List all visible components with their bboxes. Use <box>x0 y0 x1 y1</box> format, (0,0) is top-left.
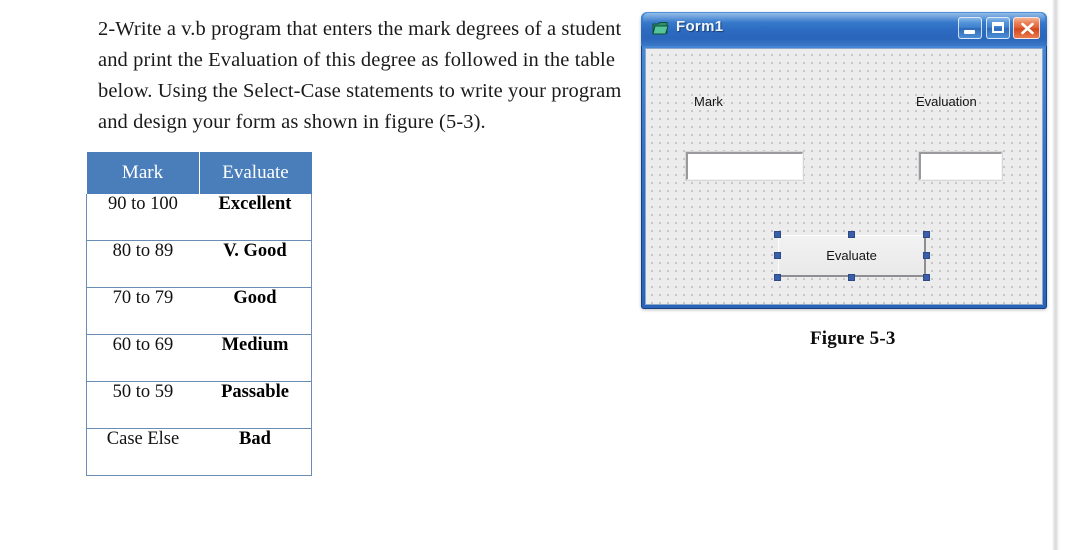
cell-mark: 50 to 59 <box>86 381 199 429</box>
figure-caption: Figure 5-3 <box>810 328 896 349</box>
cell-mark: 90 to 100 <box>86 194 199 241</box>
mark-input[interactable] <box>685 151 804 181</box>
cell-mark: 70 to 79 <box>86 287 199 335</box>
label-mark: Mark <box>694 94 723 109</box>
table-header-mark: Mark <box>86 152 200 194</box>
selection-handle-bottom-right[interactable] <box>923 274 930 281</box>
cell-evaluate: Good <box>199 287 312 335</box>
table-row: 90 to 100 Excellent <box>86 194 312 241</box>
form-designer-canvas[interactable]: Mark Evaluation Evaluate <box>645 48 1043 305</box>
question-text: 2-Write a v.b program that enters the ma… <box>98 18 622 133</box>
table-row: Case Else Bad <box>86 428 312 476</box>
maximize-icon[interactable] <box>986 17 1010 39</box>
table-header-row: Mark Evaluate <box>86 152 312 194</box>
cell-mark: 80 to 89 <box>86 240 199 288</box>
cell-evaluate: V. Good <box>199 240 312 288</box>
cell-mark: 60 to 69 <box>86 334 199 382</box>
selection-handle-top-right[interactable] <box>923 231 930 238</box>
selection-handle-bottom-left[interactable] <box>774 274 781 281</box>
selection-handle-middle-left[interactable] <box>774 252 781 259</box>
evaluation-input[interactable] <box>918 151 1003 181</box>
window-titlebar[interactable]: Form1 <box>641 12 1047 46</box>
table-row: 50 to 59 Passable <box>86 381 312 429</box>
grade-table: Mark Evaluate 90 to 100 Excellent 80 to … <box>86 152 312 476</box>
minimize-icon[interactable] <box>958 17 982 39</box>
cell-evaluate: Bad <box>199 428 312 476</box>
table-header-evaluate: Evaluate <box>199 152 312 194</box>
cell-evaluate: Passable <box>199 381 312 429</box>
selection-handle-middle-right[interactable] <box>923 252 930 259</box>
form-window-icon <box>652 22 669 35</box>
table-row: 60 to 69 Medium <box>86 334 312 382</box>
cell-mark: Case Else <box>86 428 199 476</box>
cell-evaluate: Medium <box>199 334 312 382</box>
selection-handle-top-left[interactable] <box>774 231 781 238</box>
cell-evaluate: Excellent <box>199 194 312 241</box>
close-icon[interactable] <box>1013 17 1040 39</box>
evaluate-button-label: Evaluate <box>826 248 877 263</box>
label-evaluation: Evaluation <box>916 94 977 109</box>
table-row: 80 to 89 V. Good <box>86 240 312 288</box>
selection-handle-top-center[interactable] <box>848 231 855 238</box>
vb-form-window: Form1 Mark Evaluation Evaluate <box>641 12 1047 309</box>
evaluate-button[interactable]: Evaluate <box>778 235 926 277</box>
selection-handle-bottom-center[interactable] <box>848 274 855 281</box>
window-title: Form1 <box>676 18 724 35</box>
table-row: 70 to 79 Good <box>86 287 312 335</box>
page-edge-divider <box>1052 0 1060 550</box>
